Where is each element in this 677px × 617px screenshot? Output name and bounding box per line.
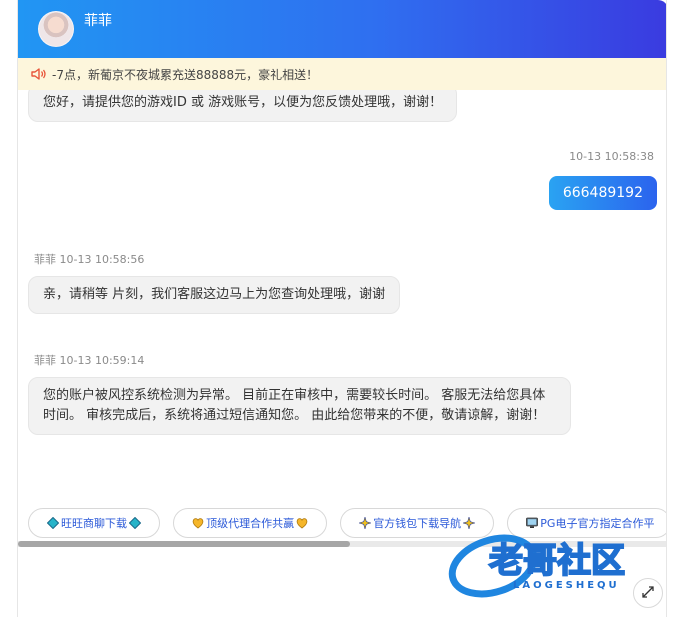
message-bubble: 您好，请提供您的游戏ID 或 游戏账号，以便为您反馈处理哦，谢谢！: [28, 90, 458, 122]
expand-icon: [641, 584, 655, 603]
watermark-sub-text: LAOGESHEQU: [513, 580, 620, 591]
watermark-main-text: 老哥社区: [489, 541, 625, 581]
chat-window: 菲菲 -7点，新葡京不夜城累充送88888元，豪礼相送！ 您好，请提供您的游戏I…: [17, 0, 667, 617]
message-timestamp: 10-13 10:58:38: [569, 150, 654, 163]
diamond-icon: [46, 516, 60, 530]
quick-link-agent[interactable]: 顶级代理合作共赢: [173, 508, 328, 538]
message-bubble: 亲，请稍等 片刻，我们客服这边马上为您查询处理哦，谢谢: [28, 276, 401, 314]
heart-icon: [192, 517, 204, 529]
monitor-icon: [526, 517, 539, 529]
scrollbar-thumb[interactable]: [18, 541, 350, 547]
quick-link-wangwang[interactable]: 旺旺商聊下载: [28, 508, 160, 538]
agent-avatar: [38, 11, 74, 47]
notice-bar[interactable]: -7点，新葡京不夜城累充送88888元，豪礼相送！: [18, 58, 666, 90]
sparkle-icon: [462, 515, 477, 531]
message-list[interactable]: 您好，请提供您的游戏ID 或 游戏账号，以便为您反馈处理哦，谢谢！ 10-13 …: [18, 90, 666, 500]
speaker-icon: [30, 67, 48, 81]
notice-text: -7点，新葡京不夜城累充送88888元，豪礼相送！: [52, 67, 319, 82]
sparkle-icon: [358, 515, 373, 531]
chat-header: 菲菲: [18, 0, 666, 58]
diamond-icon: [128, 516, 142, 530]
message-bubble: 您的账户被风控系统检测为异常。 目前正在审核中，需要较长时间。 客服无法给您具体…: [28, 377, 571, 435]
agent-name: 菲菲: [84, 13, 112, 29]
message-sender-time: 菲菲 10-13 10:58:56: [34, 253, 145, 266]
message-bubble-own: 666489192: [548, 176, 657, 210]
message-sender-time: 菲菲 10-13 10:59:14: [34, 354, 145, 367]
heart-icon: [296, 517, 308, 529]
expand-button[interactable]: [633, 578, 663, 608]
